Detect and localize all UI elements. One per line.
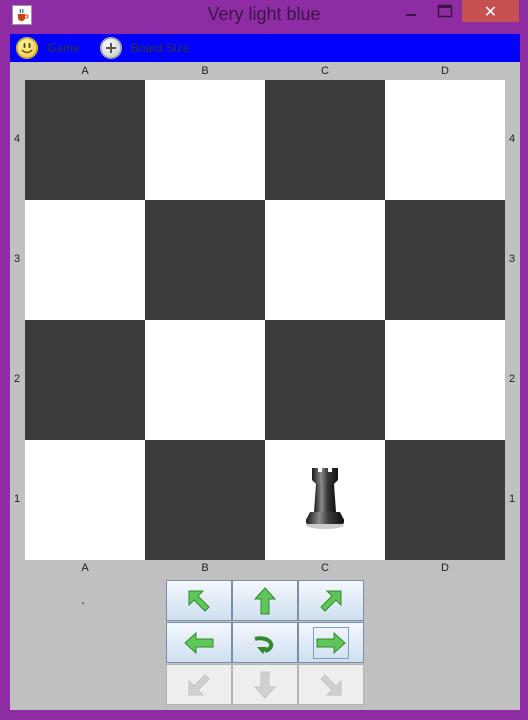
rank-label-right: 3: [508, 253, 516, 265]
menu-game-label: Game: [47, 41, 80, 55]
move-down-right-button[interactable]: [298, 664, 364, 705]
square-d2[interactable]: [385, 320, 505, 440]
menu-board-size-label: Board Size: [130, 41, 190, 55]
square-b1[interactable]: [145, 440, 265, 560]
square-a3[interactable]: [25, 200, 145, 320]
arrow-up-left-icon: [188, 590, 210, 612]
move-up-right-button[interactable]: [298, 580, 364, 621]
square-b2[interactable]: [145, 320, 265, 440]
menu-game[interactable]: Game: [16, 34, 80, 62]
rank-label-left: 1: [13, 493, 21, 505]
file-label-top: B: [201, 65, 209, 77]
status-text: .: [81, 593, 85, 607]
arrow-down-left-icon: [188, 673, 210, 695]
rotate-icon: [254, 635, 274, 654]
chess-board: [25, 80, 505, 560]
rank-label-right: 4: [508, 133, 516, 145]
file-label-top: A: [81, 65, 89, 77]
file-label-top: D: [441, 65, 449, 77]
move-right-button[interactable]: [298, 622, 364, 663]
move-right-focus: [313, 626, 349, 659]
move-down-button[interactable]: [232, 664, 298, 705]
square-c3[interactable]: [265, 200, 385, 320]
square-b3[interactable]: [145, 200, 265, 320]
arrow-left-icon: [184, 631, 214, 654]
square-a4[interactable]: [25, 80, 145, 200]
game-panel: A B C D 4 3 2 1 4 3 2 1 A B C D .: [10, 62, 520, 710]
rank-label-left: 4: [13, 133, 21, 145]
square-a2[interactable]: [25, 320, 145, 440]
move-left-button[interactable]: [166, 622, 232, 663]
arrow-down-right-icon: [320, 673, 342, 695]
rank-label-left: 3: [13, 253, 21, 265]
square-c1[interactable]: [265, 440, 385, 560]
square-c4[interactable]: [265, 80, 385, 200]
close-button[interactable]: ✕: [462, 0, 519, 22]
square-d3[interactable]: [385, 200, 505, 320]
menu-bar: Game Board Size: [10, 34, 520, 62]
move-down-left-button[interactable]: [166, 664, 232, 705]
application-window: Very light blue ✕ Game Board Size A B C …: [0, 0, 528, 720]
rotate-button[interactable]: [232, 622, 298, 663]
arrow-up-icon: [253, 586, 277, 614]
rank-label-left: 2: [13, 373, 21, 385]
square-d4[interactable]: [385, 80, 505, 200]
rank-label-right: 1: [508, 493, 516, 505]
square-d1[interactable]: [385, 440, 505, 560]
move-up-button[interactable]: [232, 580, 298, 621]
file-label-bottom: D: [441, 562, 449, 574]
maximize-button[interactable]: [431, 0, 459, 22]
file-label-bottom: B: [201, 562, 209, 574]
arrow-up-right-icon: [320, 590, 342, 612]
arrow-right-icon: [316, 631, 346, 654]
square-a1[interactable]: [25, 440, 145, 560]
rank-label-right: 2: [508, 373, 516, 385]
square-b4[interactable]: [145, 80, 265, 200]
arrow-down-icon: [253, 671, 277, 699]
file-label-bottom: A: [81, 562, 89, 574]
plus-icon: [99, 37, 122, 59]
title-bar[interactable]: Very light blue ✕: [0, 0, 528, 30]
square-c2[interactable]: [265, 320, 385, 440]
file-label-top: C: [321, 65, 329, 77]
minimize-button[interactable]: [397, 0, 425, 22]
smiley-icon: [16, 37, 38, 59]
move-up-left-button[interactable]: [166, 580, 232, 621]
black-rook-piece[interactable]: [301, 466, 349, 534]
file-label-bottom: C: [321, 562, 329, 574]
menu-board-size[interactable]: Board Size: [99, 34, 190, 62]
